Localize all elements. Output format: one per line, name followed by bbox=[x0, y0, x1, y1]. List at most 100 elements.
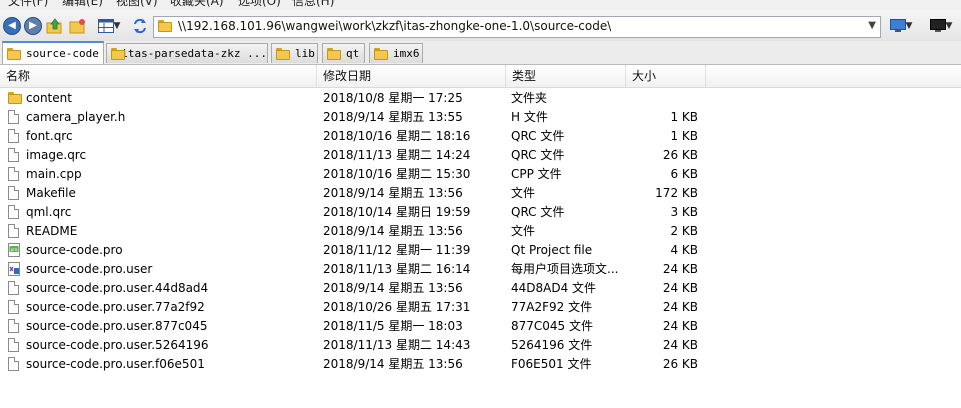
file-icon bbox=[8, 281, 19, 298]
file-type: QRC 文件 bbox=[511, 129, 565, 143]
file-date: 2018/10/16 星期二 15:30 bbox=[323, 167, 471, 181]
file-row[interactable]: main.cpp 2018/10/16 星期二 15:30 CPP 文件 6 KB bbox=[0, 165, 961, 184]
file-type: QRC 文件 bbox=[511, 148, 565, 162]
view-grid-icon bbox=[97, 19, 114, 33]
column-type[interactable]: 类型 bbox=[506, 65, 626, 87]
file-icon bbox=[8, 319, 19, 336]
back-button[interactable]: ◀ bbox=[3, 17, 21, 35]
file-name-cell: qml.qrc bbox=[8, 203, 308, 222]
file-icon bbox=[8, 148, 19, 165]
file-type: Qt Project file bbox=[511, 243, 593, 257]
file-icon bbox=[8, 167, 19, 184]
menu-file[interactable]: 文件(F) bbox=[8, 0, 48, 9]
chevron-down-icon: ▼ bbox=[113, 21, 121, 31]
menu-options[interactable]: 选项(O) bbox=[238, 0, 281, 9]
up-folder-button[interactable] bbox=[46, 17, 64, 35]
forward-button[interactable]: ▶ bbox=[24, 17, 42, 35]
file-date: 2018/9/14 星期五 13:56 bbox=[323, 224, 463, 238]
refresh-button[interactable] bbox=[131, 17, 149, 35]
tab-label: lib bbox=[295, 47, 315, 60]
menu-info[interactable]: 信息(H) bbox=[292, 0, 334, 9]
file-type: 文件 bbox=[511, 186, 536, 200]
file-row[interactable]: content 2018/10/8 星期一 17:25 文件夹 bbox=[0, 89, 961, 108]
tab-label: qt bbox=[346, 47, 360, 60]
xml-user-icon bbox=[8, 262, 20, 279]
file-name: source-code.pro.user.77a2f92 bbox=[26, 300, 205, 314]
up-folder-icon bbox=[46, 18, 62, 34]
file-name-cell: source-code.pro.user.877c045 bbox=[8, 317, 308, 336]
column-date[interactable]: 修改日期 bbox=[317, 65, 506, 87]
file-name-cell: pro source-code.pro bbox=[8, 241, 308, 260]
file-type: 877C045 文件 bbox=[511, 319, 594, 333]
file-size: 1 KB bbox=[670, 129, 698, 143]
tab-source-code[interactable]: source-code bbox=[2, 41, 104, 64]
file-row[interactable]: camera_player.h 2018/9/14 星期五 13:55 H 文件 1 … bbox=[0, 108, 961, 127]
file-name: image.qrc bbox=[26, 148, 87, 162]
file-name-cell: main.cpp bbox=[8, 165, 308, 184]
file-name: source-code.pro.user.5264196 bbox=[26, 338, 209, 352]
file-row[interactable]: image.qrc 2018/11/13 星期二 14:24 QRC 文件 26 KB bbox=[0, 146, 961, 165]
tab-qt[interactable]: qt bbox=[322, 43, 365, 63]
file-date: 2018/11/13 星期二 14:24 bbox=[323, 148, 471, 162]
new-folder-icon bbox=[69, 19, 85, 34]
file-row[interactable]: font.qrc 2018/10/16 星期二 18:16 QRC 文件 1 KB bbox=[0, 127, 961, 146]
file-size: 3 KB bbox=[670, 205, 698, 219]
file-date: 2018/10/16 星期二 18:16 bbox=[323, 129, 471, 143]
address-bar[interactable]: \\192.168.101.96\wangwei\work\zkzf\itas-… bbox=[153, 16, 881, 38]
menu-edit[interactable]: 编辑(E) bbox=[62, 0, 103, 9]
file-icon bbox=[8, 300, 19, 317]
file-type: 5264196 文件 bbox=[511, 338, 593, 352]
file-name: source-code.pro.user bbox=[26, 262, 153, 276]
file-name: content bbox=[26, 91, 72, 105]
forward-arrow-icon: ▶ bbox=[24, 17, 42, 35]
file-date: 2018/10/8 星期一 17:25 bbox=[323, 91, 463, 105]
tab-lib[interactable]: lib bbox=[271, 43, 318, 63]
tab-itas-parsedata[interactable]: itas-parsedata-zkz ... bbox=[106, 43, 268, 63]
file-size: 24 KB bbox=[662, 338, 698, 352]
file-row[interactable]: source-code.pro.user.44d8ad4 2018/9/14 星期… bbox=[0, 279, 961, 298]
tab-imx6[interactable]: imx6 bbox=[369, 43, 423, 63]
folder-icon bbox=[327, 47, 341, 60]
file-type: 文件 bbox=[511, 224, 536, 238]
file-date: 2018/9/14 星期五 13:55 bbox=[323, 110, 463, 124]
monitor-icon bbox=[889, 19, 906, 32]
menu-view[interactable]: 视图(V) bbox=[116, 0, 158, 9]
menu-favorites[interactable]: 收藏夹(A) bbox=[170, 0, 224, 9]
file-row[interactable]: README 2018/9/14 星期五 13:56 文件 2 KB bbox=[0, 222, 961, 241]
file-row[interactable]: qml.qrc 2018/10/14 星期日 19:59 QRC 文件 3 KB bbox=[0, 203, 961, 222]
file-date: 2018/11/13 星期二 16:14 bbox=[323, 262, 471, 276]
file-type: 44D8AD4 文件 bbox=[511, 281, 597, 295]
file-size: 24 KB bbox=[662, 319, 698, 333]
file-size: 1 KB bbox=[670, 110, 698, 124]
file-icon bbox=[8, 110, 19, 127]
file-row[interactable]: Makefile 2018/9/14 星期五 13:56 文件 172 KB bbox=[0, 184, 961, 203]
file-size: 26 KB bbox=[662, 148, 698, 162]
new-folder-button[interactable] bbox=[69, 17, 87, 35]
file-name-cell: camera_player.h bbox=[8, 108, 308, 127]
file-type: QRC 文件 bbox=[511, 205, 565, 219]
file-size: 24 KB bbox=[662, 300, 698, 314]
address-dropdown-icon[interactable]: ▼ bbox=[868, 20, 876, 31]
file-row[interactable]: source-code.pro.user 2018/11/13 星期二 16:14… bbox=[0, 260, 961, 279]
display-options-button[interactable]: ▼ bbox=[886, 17, 916, 35]
chevron-down-icon: ▼ bbox=[905, 21, 913, 31]
terminal-button[interactable]: ▼ bbox=[925, 17, 957, 35]
column-header: 名称 修改日期 类型 大小 bbox=[0, 65, 961, 88]
file-name-cell: README bbox=[8, 222, 308, 241]
file-type: F06E501 文件 bbox=[511, 357, 592, 371]
file-row[interactable]: source-code.pro.user.f06e501 2018/9/14 星期… bbox=[0, 355, 961, 374]
file-name-cell: source-code.pro.user bbox=[8, 260, 308, 279]
file-name-cell: font.qrc bbox=[8, 127, 308, 146]
column-name[interactable]: 名称 bbox=[0, 65, 317, 87]
file-date: 2018/10/14 星期日 19:59 bbox=[323, 205, 471, 219]
chevron-down-icon: ▼ bbox=[945, 21, 953, 31]
file-row[interactable]: source-code.pro.user.877c045 2018/11/5 星期… bbox=[0, 317, 961, 336]
file-date: 2018/9/14 星期五 13:56 bbox=[323, 281, 463, 295]
file-row[interactable]: source-code.pro.user.77a2f92 2018/10/26 星… bbox=[0, 298, 961, 317]
address-path: \\192.168.101.96\wangwei\work\zkzf\itas-… bbox=[178, 19, 612, 33]
column-size[interactable]: 大小 bbox=[626, 65, 706, 87]
file-name: main.cpp bbox=[26, 167, 82, 181]
view-mode-button[interactable]: ▼ bbox=[94, 17, 124, 35]
file-row[interactable]: source-code.pro.user.5264196 2018/11/13 星… bbox=[0, 336, 961, 355]
file-row[interactable]: pro source-code.pro 2018/11/12 星期一 11:39 Qt… bbox=[0, 241, 961, 260]
